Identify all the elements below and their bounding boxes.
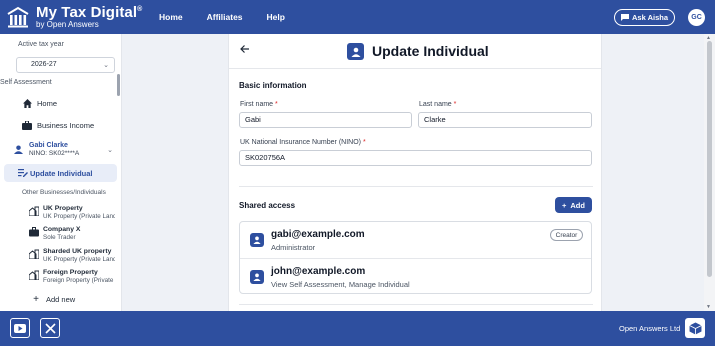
- property-icon: [29, 270, 39, 280]
- tax-year-label: Active tax year: [18, 41, 64, 48]
- edit-list-icon: [18, 169, 28, 177]
- add-shared-access-button[interactable]: + Add: [555, 197, 592, 213]
- section-divider: [239, 186, 593, 187]
- section-divider: [239, 304, 593, 305]
- scroll-down-icon[interactable]: ▼: [706, 304, 711, 310]
- registered-mark: ®: [137, 6, 143, 13]
- ask-aisha-label: Ask Aisha: [632, 13, 668, 22]
- self-assessment-label: Self Assessment: [0, 79, 52, 86]
- business-subtitle: Sole Trader: [43, 233, 76, 241]
- shared-access-heading: Shared access: [239, 201, 296, 210]
- first-name-input[interactable]: Gabi: [239, 112, 412, 128]
- add-label: Add: [570, 200, 585, 210]
- page-scrollbar[interactable]: ▲ ▼: [704, 34, 715, 311]
- ask-aisha-button[interactable]: Ask Aisha: [614, 9, 675, 26]
- business-title: Foreign Property: [43, 269, 98, 276]
- sidebar-item-label: Business Income: [37, 120, 95, 130]
- sidebar-person-gabi-clarke[interactable]: Gabi Clarke NINO: SK02****A ⌄: [14, 142, 119, 158]
- person-name: Gabi Clarke: [29, 142, 68, 149]
- cube-logo-icon[interactable]: [685, 318, 705, 338]
- business-subtitle: UK Property (Private Landlord): [43, 212, 115, 220]
- creator-badge: Creator: [550, 229, 583, 241]
- main-nav: Home Affiliates Help: [159, 12, 309, 22]
- user-icon: [250, 233, 264, 247]
- update-individual-card: Update Individual Basic information Firs…: [228, 34, 602, 311]
- first-name-label: First name *: [240, 101, 278, 108]
- chat-icon: [621, 14, 629, 21]
- property-icon: [29, 206, 39, 216]
- company-name: Open Answers Ltd: [619, 324, 681, 333]
- person-icon: [14, 145, 23, 154]
- last-name-label: Last name *: [419, 101, 457, 108]
- nino-label: UK National Insurance Number (NINO) *: [240, 139, 366, 146]
- shared-access-list: gabi@example.com Administrator Creator j…: [239, 221, 592, 294]
- brand-logo[interactable]: My Tax Digital® by Open Answers: [6, 5, 146, 29]
- briefcase-icon: [29, 227, 39, 237]
- business-subtitle: UK Property (Private Landlord): [43, 255, 115, 263]
- footer: Open Answers Ltd: [0, 311, 715, 346]
- brand-subtitle: by Open Answers: [36, 20, 99, 29]
- tax-year-select[interactable]: 2026-27 ⌄: [16, 57, 115, 73]
- business-subtitle: Foreign Property (Private Landlord): [43, 276, 115, 284]
- sidebar-item-label: Home: [37, 98, 58, 108]
- plus-icon: +: [562, 200, 567, 210]
- nav-affiliates[interactable]: Affiliates: [207, 12, 243, 22]
- x-twitter-icon[interactable]: [40, 318, 60, 338]
- business-title: Company X: [43, 226, 81, 233]
- plus-icon: +: [33, 293, 39, 305]
- user-email: gabi@example.com: [271, 229, 365, 240]
- user-avatar[interactable]: GC: [688, 9, 705, 26]
- back-arrow-icon[interactable]: [240, 44, 250, 54]
- briefcase-icon: [22, 120, 32, 130]
- person-nino: NINO: SK02****A: [29, 150, 80, 158]
- tax-year-value: 2026-27: [31, 61, 57, 68]
- scrollbar-thumb[interactable]: [707, 41, 712, 277]
- sidebar: Active tax year 2026-27 ⌄ Self Assessmen…: [0, 34, 122, 311]
- top-header: My Tax Digital® by Open Answers Home Aff…: [0, 0, 715, 34]
- home-icon: [22, 98, 32, 108]
- sidebar-item-label: Update Individual: [30, 168, 93, 178]
- user-email: john@example.com: [271, 266, 366, 277]
- business-title: Sharded UK property: [43, 248, 112, 255]
- nino-input[interactable]: SK020756A: [239, 150, 592, 166]
- list-item[interactable]: john@example.com View Self Assessment, M…: [240, 258, 591, 294]
- page-title: Update Individual: [372, 43, 489, 59]
- business-title: UK Property: [43, 205, 83, 212]
- last-name-input[interactable]: Clarke: [418, 112, 592, 128]
- other-businesses-label: Other Businesses/Individuals: [22, 189, 106, 196]
- youtube-icon[interactable]: [10, 318, 30, 338]
- nav-home[interactable]: Home: [159, 12, 183, 22]
- basic-information-heading: Basic information: [239, 81, 307, 90]
- building-logo-icon: [7, 6, 29, 28]
- sidebar-business-foreign-property[interactable]: Foreign Property Foreign Property (Privat…: [29, 269, 119, 284]
- individual-icon: [347, 43, 364, 60]
- add-new-business-button[interactable]: + Add new: [31, 293, 76, 305]
- sidebar-business-company-x[interactable]: Company X Sole Trader: [29, 226, 119, 241]
- sidebar-item-update-individual[interactable]: Update Individual: [4, 164, 117, 182]
- sidebar-item-home[interactable]: Home: [22, 98, 57, 108]
- brand-title: My Tax Digital: [36, 4, 138, 21]
- sidebar-business-uk-property[interactable]: UK PropertyUK Property (Private Landlord…: [29, 205, 119, 220]
- list-item[interactable]: gabi@example.com Administrator Creator: [240, 222, 591, 258]
- nav-help[interactable]: Help: [267, 12, 285, 22]
- user-icon: [250, 270, 264, 284]
- chevron-down-icon: ⌄: [103, 62, 109, 69]
- user-role: Administrator: [271, 243, 316, 252]
- sidebar-business-sharded-uk-property[interactable]: Sharded UK property UK Property (Private …: [29, 248, 119, 263]
- card-header: Update Individual: [229, 34, 601, 69]
- property-icon: [29, 249, 39, 259]
- sidebar-scrollbar[interactable]: [117, 74, 120, 96]
- chevron-down-icon: ⌄: [107, 147, 113, 154]
- user-role: View Self Assessment, Manage Individual: [271, 280, 410, 289]
- sidebar-item-business-income[interactable]: Business Income: [22, 120, 94, 130]
- add-new-label: Add new: [46, 294, 76, 304]
